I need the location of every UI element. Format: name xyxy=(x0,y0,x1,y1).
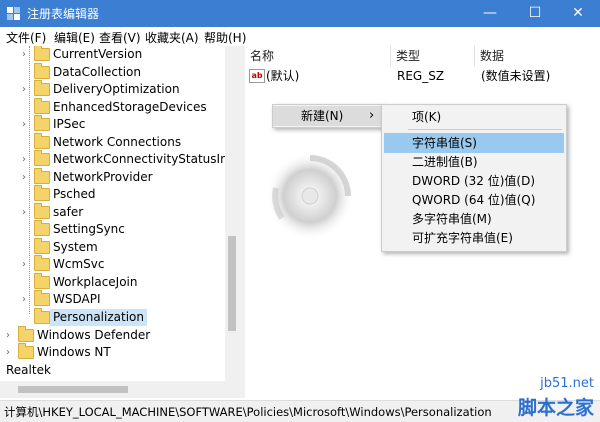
tree-node-label[interactable]: safer xyxy=(53,204,83,221)
folder-icon xyxy=(18,326,34,342)
menu-item-label: 可扩充字符串值(E) xyxy=(412,231,513,245)
registry-editor-icon xyxy=(7,7,20,20)
menu-item-multi-string-value[interactable]: 多字符串值(M) xyxy=(384,209,564,229)
tree-node-label[interactable]: NetworkConnectivityStatusIndicat xyxy=(53,151,239,168)
expand-arrow-icon[interactable]: › xyxy=(22,204,32,221)
window-title: 注册表编辑器 xyxy=(27,7,100,21)
tree-node-label[interactable]: Windows NT xyxy=(37,344,111,361)
menu-separator xyxy=(408,129,562,130)
folder-icon xyxy=(18,343,34,359)
expand-arrow-icon[interactable]: › xyxy=(22,256,32,273)
menu-favorites[interactable]: 收藏夹(A) xyxy=(145,29,199,46)
menu-bar: 文件(F) 编辑(E) 查看(V) 收藏夹(A) 帮助(H) xyxy=(0,27,600,46)
folder-icon xyxy=(34,98,50,114)
folder-icon xyxy=(34,290,50,306)
tree-node-label[interactable]: IPSec xyxy=(53,116,85,133)
scrollbar-thumb[interactable] xyxy=(18,386,128,393)
watermark-brand: 脚本之家 xyxy=(517,397,594,419)
menu-item-dword-value[interactable]: DWORD (32 位)值(D) xyxy=(384,171,564,191)
tree-node-label[interactable]: DataCollection xyxy=(53,64,141,81)
maximize-button[interactable]: ☐ xyxy=(513,0,557,27)
tree-node-label[interactable]: Realtek xyxy=(6,362,51,379)
expand-arrow-icon[interactable]: › xyxy=(6,344,16,361)
menu-help[interactable]: 帮助(H) xyxy=(204,29,246,46)
menu-item-binary-value[interactable]: 二进制值(B) xyxy=(384,152,564,172)
menu-item-new-label: 新建(N) xyxy=(301,109,344,123)
folder-icon xyxy=(34,255,50,271)
menu-item-expandable-string-value[interactable]: 可扩充字符串值(E) xyxy=(384,228,564,248)
context-menu: 新建(N) › xyxy=(272,104,384,128)
new-submenu: 项(K) 字符串值(S) 二进制值(B) DWORD (32 位)值(D) QW… xyxy=(381,104,567,252)
tree-node-label[interactable]: CurrentVersion xyxy=(53,46,142,63)
folder-icon xyxy=(34,238,50,254)
menu-item-label: 项(K) xyxy=(412,110,442,124)
menu-item-label: 二进制值(B) xyxy=(412,155,478,169)
menu-item-string-value[interactable]: 字符串值(S) xyxy=(384,133,564,153)
folder-icon xyxy=(34,273,50,289)
expand-arrow-icon[interactable]: › xyxy=(22,169,32,186)
menu-edit[interactable]: 编辑(E) xyxy=(54,29,95,46)
folder-icon xyxy=(34,185,50,201)
tree-node-label[interactable]: Psched xyxy=(53,186,95,203)
expand-arrow-icon[interactable]: › xyxy=(6,327,16,344)
folder-icon xyxy=(34,46,50,61)
folder-icon xyxy=(34,150,50,166)
tree-node-label[interactable]: DeliveryOptimization xyxy=(53,81,180,98)
value-name[interactable]: (默认) xyxy=(266,67,299,85)
folder-icon xyxy=(34,80,50,96)
tree-node-label[interactable]: SettingSync xyxy=(53,221,125,238)
submenu-arrow-icon: › xyxy=(369,108,375,123)
folder-icon xyxy=(34,63,50,79)
menu-item-new[interactable]: 新建(N) › xyxy=(273,106,383,126)
menu-item-key[interactable]: 项(K) xyxy=(384,107,564,127)
tree-node-label[interactable]: Network Connections xyxy=(53,134,181,151)
expand-arrow-icon[interactable]: › xyxy=(22,81,32,98)
folder-icon xyxy=(34,133,50,149)
registry-tree[interactable]: › CurrentVersion DataCollection › Delive… xyxy=(0,46,240,381)
close-button[interactable]: ✕ xyxy=(556,0,600,27)
tree-horizontal-scrollbar[interactable] xyxy=(0,381,239,398)
title-bar: 注册表编辑器 — ☐ ✕ xyxy=(0,0,600,27)
expand-arrow-icon[interactable]: › xyxy=(22,291,32,308)
column-header-data[interactable]: 数据 xyxy=(475,46,600,66)
folder-icon xyxy=(34,115,50,131)
menu-item-label: DWORD (32 位)值(D) xyxy=(412,174,535,188)
value-data: (数值未设置) xyxy=(481,69,551,83)
menu-item-label: 字符串值(S) xyxy=(412,136,477,150)
watermark-site: jb51.net xyxy=(540,376,594,391)
busy-cursor-icon xyxy=(266,152,354,240)
folder-icon xyxy=(34,308,50,324)
expand-arrow-icon[interactable]: › xyxy=(22,116,32,133)
tree-node-label[interactable]: NetworkProvider xyxy=(53,169,153,186)
folder-icon xyxy=(34,168,50,184)
tree-vertical-scrollbar[interactable] xyxy=(225,46,239,381)
expand-arrow-icon[interactable]: › xyxy=(22,46,32,63)
folder-icon xyxy=(34,203,50,219)
menu-item-label: 多字符串值(M) xyxy=(412,212,492,226)
tree-node-label[interactable]: WcmSvc xyxy=(53,256,104,273)
folder-icon xyxy=(34,220,50,236)
tree-node-label[interactable]: EnhancedStorageDevices xyxy=(53,99,207,116)
site-watermark: jb51.net 脚本之家 xyxy=(488,376,600,421)
tree-node-label[interactable]: System xyxy=(53,239,98,256)
minimize-button[interactable]: — xyxy=(468,0,512,27)
menu-view[interactable]: 查看(V) xyxy=(99,29,141,46)
value-type: REG_SZ xyxy=(397,69,445,83)
menu-item-qword-value[interactable]: QWORD (64 位)值(Q) xyxy=(384,190,564,210)
tree-node-label[interactable]: Personalization xyxy=(50,309,147,326)
column-header-type[interactable]: 类型 xyxy=(391,46,475,66)
tree-node-label[interactable]: WSDAPI xyxy=(53,291,101,308)
column-header-name[interactable]: 名称 xyxy=(245,46,391,66)
string-value-icon: ab xyxy=(249,69,265,83)
tree-node-label[interactable]: Windows Defender xyxy=(37,327,150,344)
menu-item-label: QWORD (64 位)值(Q) xyxy=(412,193,536,207)
menu-file[interactable]: 文件(F) xyxy=(6,29,46,46)
registry-path: 计算机\HKEY_LOCAL_MACHINE\SOFTWARE\Policies… xyxy=(4,405,492,419)
tree-node-label[interactable]: WorkplaceJoin xyxy=(53,274,138,291)
scrollbar-thumb[interactable] xyxy=(228,236,236,331)
expand-arrow-icon[interactable]: › xyxy=(22,151,32,168)
